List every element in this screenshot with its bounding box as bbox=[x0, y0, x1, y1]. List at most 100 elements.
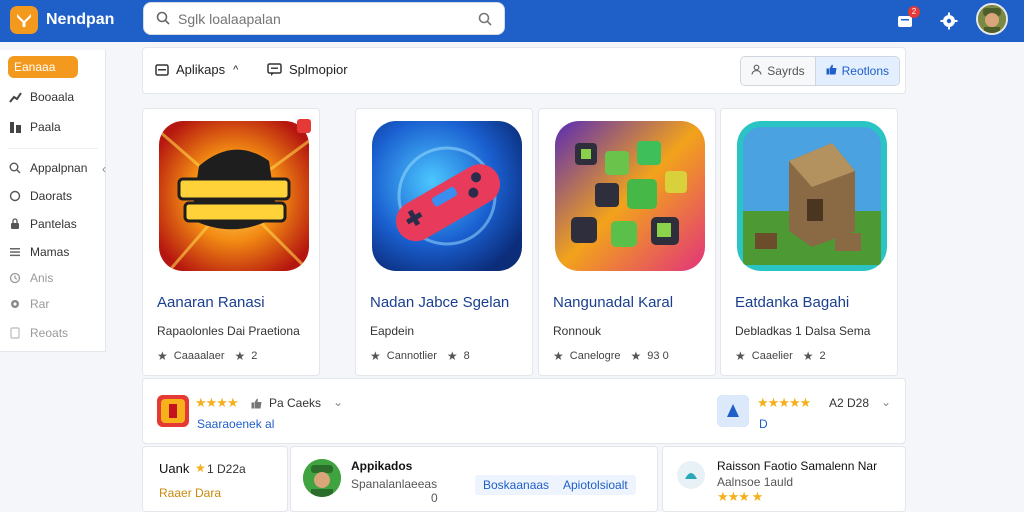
star-icon: ★ bbox=[802, 349, 814, 363]
chevron-left-icon[interactable]: ‹ bbox=[102, 162, 106, 176]
bottom-left-title: Uank bbox=[159, 461, 190, 476]
app-rating: 2 bbox=[819, 350, 826, 362]
sidebar-item-locks[interactable]: Pantelas bbox=[8, 213, 102, 235]
sidebar-item-reports[interactable]: Reoats bbox=[8, 322, 102, 344]
sidebar-item-home[interactable]: Eanaaa bbox=[8, 56, 78, 78]
star-icon: ★ bbox=[735, 349, 746, 363]
tag-chip[interactable]: Apiotolsioalt bbox=[555, 475, 636, 495]
chat-icon bbox=[267, 62, 282, 77]
star-rating: ★★★ ★ bbox=[717, 489, 763, 504]
app-mini-icon[interactable] bbox=[717, 395, 749, 427]
sidebar-item-clock[interactable]: Anis bbox=[8, 267, 102, 289]
star-icon: ★ bbox=[446, 349, 458, 363]
segment-left-button[interactable]: Sayrds bbox=[741, 57, 815, 85]
search-icon bbox=[8, 161, 22, 175]
sidebar-item-settings[interactable]: Rar bbox=[8, 293, 102, 315]
sidebar-item-label: Pantelas bbox=[30, 217, 77, 231]
app-card[interactable]: Aanaran Ranasi Rapaolonles Dai Praetiona… bbox=[142, 108, 320, 376]
app-logo-icon[interactable] bbox=[10, 6, 38, 34]
toolbar: Aplikaps ^ Splmopior Sayrds Reotlons bbox=[142, 47, 906, 94]
app-name[interactable]: Nangunadal Karal bbox=[553, 294, 673, 311]
bottom-card-right[interactable]: Raisson Faotio Samalenn Nar Aalnsoe 1aul… bbox=[662, 446, 906, 512]
app-meta: ★ Caaelier ★ 2 bbox=[735, 349, 826, 363]
sidebar-item-label: Eanaaa bbox=[14, 60, 56, 74]
gamepad-icon bbox=[372, 121, 522, 271]
app-meta: ★ Caaaalaer ★ 2 bbox=[157, 349, 257, 363]
star-icon: ★ bbox=[553, 349, 564, 363]
star-rating: ★★★★ bbox=[195, 395, 239, 410]
search-bar[interactable] bbox=[143, 2, 505, 35]
sidebar-item-label: Paala bbox=[30, 120, 61, 134]
list-icon bbox=[8, 245, 22, 259]
apps-icon bbox=[155, 63, 169, 77]
bottom-left-rating: 1 D22a bbox=[207, 462, 246, 476]
bottom-left-sub: Raaer Dara bbox=[159, 486, 222, 500]
app-mini-icon bbox=[677, 461, 705, 489]
app-name[interactable]: Eatdanka Bagahi bbox=[735, 294, 849, 311]
bottom-right-title: Raisson Faotio Samalenn Nar bbox=[717, 459, 878, 473]
star-icon: ★ bbox=[157, 349, 168, 363]
apps-dropdown[interactable]: Aplikaps ^ bbox=[155, 62, 238, 77]
chevron-up-icon: ^ bbox=[233, 63, 239, 76]
app-developer: Rapaolonles Dai Praetiona bbox=[157, 324, 300, 338]
user-icon bbox=[751, 64, 762, 78]
search-input[interactable] bbox=[178, 9, 468, 29]
apps-label: Aplikaps bbox=[176, 62, 226, 77]
rating-row: ★★★★ Pa Caeks ⌄ Saaraoenek al ★★★★★ A2 D… bbox=[142, 378, 906, 444]
sidebar-item-grid[interactable]: Paala bbox=[8, 116, 102, 138]
gear-icon bbox=[940, 12, 958, 30]
sidebar-item-label: Appalpnan bbox=[30, 161, 88, 175]
sidebar-item-label: Mamas bbox=[30, 245, 70, 259]
sidebar: Eanaaa Booaala Paala Appalpnan ‹ Daorats… bbox=[0, 50, 106, 352]
clock-icon bbox=[8, 271, 22, 285]
segment-right-label: Reotlons bbox=[841, 64, 889, 78]
star-icon: ★ bbox=[630, 349, 642, 363]
developer-avatar bbox=[303, 459, 341, 497]
notification-button[interactable]: 2 bbox=[893, 6, 920, 34]
split-label: Splmopior bbox=[289, 62, 348, 77]
chevron-down-icon[interactable]: ⌄ bbox=[881, 395, 891, 409]
bottom-card-middle[interactable]: Appikados Spanalanlaeeas 0 Boskaanaas Ap… bbox=[290, 446, 658, 512]
trend-icon bbox=[8, 90, 22, 104]
tag-chip[interactable]: Boskaanaas bbox=[475, 475, 558, 495]
view-toggle: Sayrds Reotlons bbox=[740, 56, 900, 86]
app-developer: Ronnouk bbox=[553, 324, 602, 338]
app-meta: ★ Canelogre ★ 93 0 bbox=[553, 349, 669, 363]
app-mini-icon[interactable] bbox=[157, 395, 189, 427]
app-card[interactable]: Nangunadal Karal Ronnouk ★ Canelogre ★ 9… bbox=[538, 108, 716, 376]
star-icon: ★ bbox=[195, 461, 206, 475]
bottom-card-left[interactable]: Uank ★ 1 D22a Raaer Dara bbox=[142, 446, 288, 512]
review-title: Pa Caeks bbox=[269, 396, 322, 410]
bottom-middle-count: 0 bbox=[431, 491, 438, 505]
app-category: Cannotlier bbox=[386, 350, 437, 362]
notification-badge: 2 bbox=[908, 6, 920, 18]
sidebar-item-trending[interactable]: Booaala bbox=[8, 86, 102, 108]
sidebar-divider bbox=[8, 148, 98, 149]
doc-icon bbox=[8, 326, 22, 340]
segment-right-button[interactable]: Reotlons bbox=[814, 57, 899, 85]
app-card[interactable]: Nadan Jabce Sgelan Eapdein ★ Cannotlier … bbox=[355, 108, 533, 376]
search-submit-icon[interactable] bbox=[478, 12, 492, 31]
app-name[interactable]: Aanaran Ranasi bbox=[157, 294, 265, 311]
app-card[interactable]: Eatdanka Bagahi Debladkas 1 Dalsa Sema ★… bbox=[720, 108, 898, 376]
settings-button[interactable] bbox=[936, 8, 962, 34]
review-sub[interactable]: D bbox=[759, 417, 768, 431]
app-category: Caaelier bbox=[751, 350, 793, 362]
sidebar-item-search[interactable]: Appalpnan bbox=[8, 157, 102, 179]
split-tab[interactable]: Splmopior bbox=[267, 62, 348, 77]
app-category: Caaaalaer bbox=[173, 350, 225, 362]
review-sub[interactable]: Saaraoenek al bbox=[197, 417, 274, 431]
thumbs-up-icon bbox=[826, 64, 837, 78]
user-avatar[interactable] bbox=[976, 3, 1008, 35]
app-developer: Debladkas 1 Dalsa Sema bbox=[735, 324, 871, 338]
lock-icon bbox=[8, 217, 22, 231]
app-developer: Eapdein bbox=[370, 324, 415, 338]
app-name[interactable]: Nadan Jabce Sgelan bbox=[370, 294, 509, 311]
sidebar-item-list[interactable]: Mamas bbox=[8, 241, 102, 263]
segment-left-label: Sayrds bbox=[767, 64, 805, 78]
app-rating: 8 bbox=[463, 350, 470, 362]
bottom-right-sub: Aalnsoe 1auld bbox=[717, 475, 794, 489]
sidebar-item-label: Booaala bbox=[30, 90, 75, 104]
sidebar-item-tags[interactable]: Daorats bbox=[8, 185, 102, 207]
chevron-down-icon[interactable]: ⌄ bbox=[333, 395, 343, 409]
